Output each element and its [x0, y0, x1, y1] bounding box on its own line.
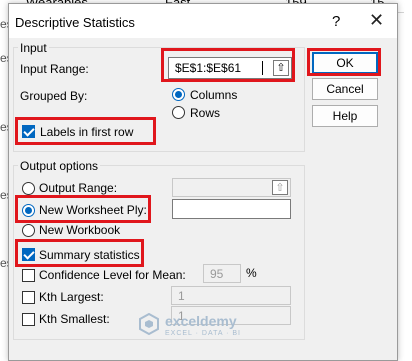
row-stub: es	[0, 51, 13, 65]
dialog-title: Descriptive Statistics	[15, 15, 135, 30]
highlight-labels-first-row	[15, 117, 156, 145]
highlight-new-worksheet	[15, 195, 151, 223]
dialog-titlebar: Descriptive Statistics ? ✕	[9, 4, 397, 38]
row-stub: es	[0, 256, 13, 270]
confidence-level-checkbox[interactable]	[22, 269, 35, 282]
confidence-level-label[interactable]: Confidence Level for Mean:	[39, 268, 186, 282]
kth-smallest-label[interactable]: Kth Smallest:	[39, 312, 110, 326]
exceldemy-watermark: exceldemy EXCEL · DATA · BI	[139, 312, 240, 338]
new-workbook-radio[interactable]	[22, 224, 35, 237]
collapse-dialog-icon[interactable]: ⇧	[272, 180, 288, 195]
output-range-field[interactable]: ⇧	[172, 178, 291, 197]
help-button[interactable]: Help	[312, 105, 378, 127]
highlight-ok-button	[307, 48, 381, 76]
kth-largest-field[interactable]: 1	[171, 286, 291, 305]
help-icon[interactable]: ?	[332, 13, 340, 30]
input-group-title: Input	[18, 41, 49, 55]
output-options-title: Output options	[18, 159, 101, 173]
row-stub: es	[0, 17, 13, 31]
spreadsheet-right-column	[404, 12, 412, 359]
cancel-button[interactable]: Cancel	[312, 78, 378, 100]
input-range-label: Input Range:	[20, 62, 89, 76]
kth-largest-label[interactable]: Kth Largest:	[39, 290, 104, 304]
highlight-summary-statistics	[15, 239, 144, 267]
confidence-level-field[interactable]: 95	[203, 264, 241, 283]
columns-radio[interactable]	[172, 88, 185, 101]
descriptive-statistics-dialog: Descriptive Statistics ? ✕ Input Input R…	[8, 3, 398, 361]
output-range-label[interactable]: Output Range:	[39, 181, 117, 195]
row-stub: es	[0, 188, 13, 202]
confidence-level-value: 95	[210, 267, 224, 281]
highlight-input-range	[161, 48, 295, 82]
row-stub: es	[0, 120, 13, 134]
kth-largest-value: 1	[178, 289, 185, 303]
percent-unit: %	[246, 266, 257, 280]
kth-smallest-checkbox[interactable]	[22, 313, 35, 326]
rows-label[interactable]: Rows	[190, 106, 220, 120]
kth-largest-checkbox[interactable]	[22, 291, 35, 304]
output-range-radio[interactable]	[22, 182, 35, 195]
exceldemy-logo-icon	[139, 312, 159, 336]
watermark-tagline: EXCEL · DATA · BI	[165, 330, 241, 337]
watermark-name: exceldemy	[165, 313, 237, 329]
new-worksheet-name-field[interactable]	[172, 199, 291, 219]
rows-radio[interactable]	[172, 106, 185, 119]
new-workbook-label[interactable]: New Workbook	[39, 223, 120, 237]
columns-label[interactable]: Columns	[190, 88, 237, 102]
close-icon[interactable]: ✕	[369, 10, 384, 31]
grouped-by-label: Grouped By:	[20, 89, 88, 103]
